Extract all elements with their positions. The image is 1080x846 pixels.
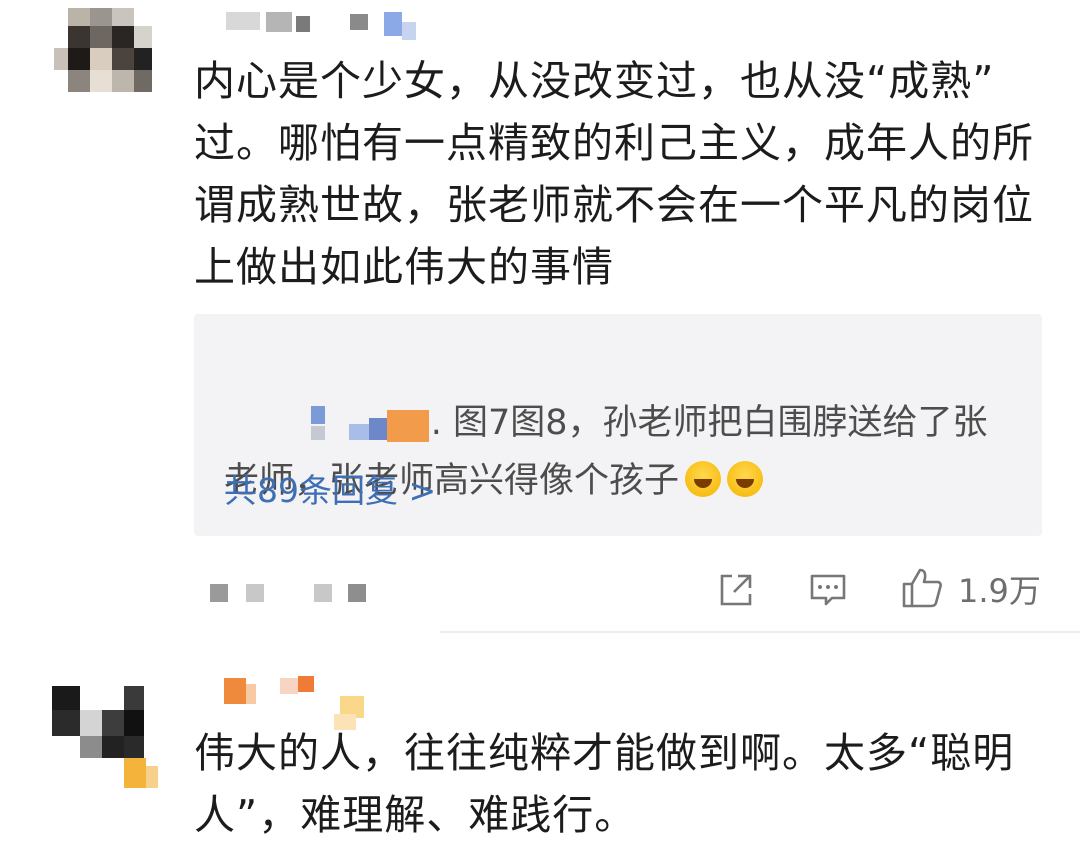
share-icon[interactable] [716,570,756,610]
comment-footer: 1.9万 [0,560,1080,620]
username-redacted[interactable] [210,670,380,730]
reply-preview[interactable]: . 图7图8，孙老师把白围脖送给了张 老师，张老师高兴得像个孩子 共89条回复 … [194,314,1042,536]
timestamp-redacted [348,584,366,602]
comment-text: 内心是个少女，从没改变过，也从没“成熟” 过。哪怕有一点精致的利己主义，成年人的… [194,57,1034,291]
timestamp-redacted [210,584,228,602]
like-count: 1.9万 [958,572,1041,610]
comment-text: 伟大的人，往往纯粹才能做到啊。太多“聪明 人”，难理解、难践行。 [194,729,1015,839]
timestamp-redacted [246,584,264,602]
view-replies-link[interactable]: 共89条回复 > [224,464,436,512]
avatar[interactable] [50,0,156,106]
laughing-emoji-icon [727,461,764,497]
timestamp-redacted [314,584,332,602]
like-icon[interactable] [900,566,944,610]
divider [440,631,1080,633]
reply-username-redacted[interactable] [291,404,431,444]
avatar[interactable] [52,686,158,792]
comment-1: 内心是个少女，从没改变过，也从没“成熟” 过。哪怕有一点精致的利己主义，成年人的… [0,0,1080,632]
comment-2: 伟大的人，往往纯粹才能做到啊。太多“聪明 人”，难理解、难践行。 [0,660,1080,843]
username-redacted[interactable] [226,8,446,48]
reply-text: . 图7图8，孙老师把白围脖送给了张 老师，张老师高兴得像个孩子 [224,336,1024,568]
comment-icon[interactable] [808,570,848,610]
laughing-emoji-icon [685,461,722,497]
